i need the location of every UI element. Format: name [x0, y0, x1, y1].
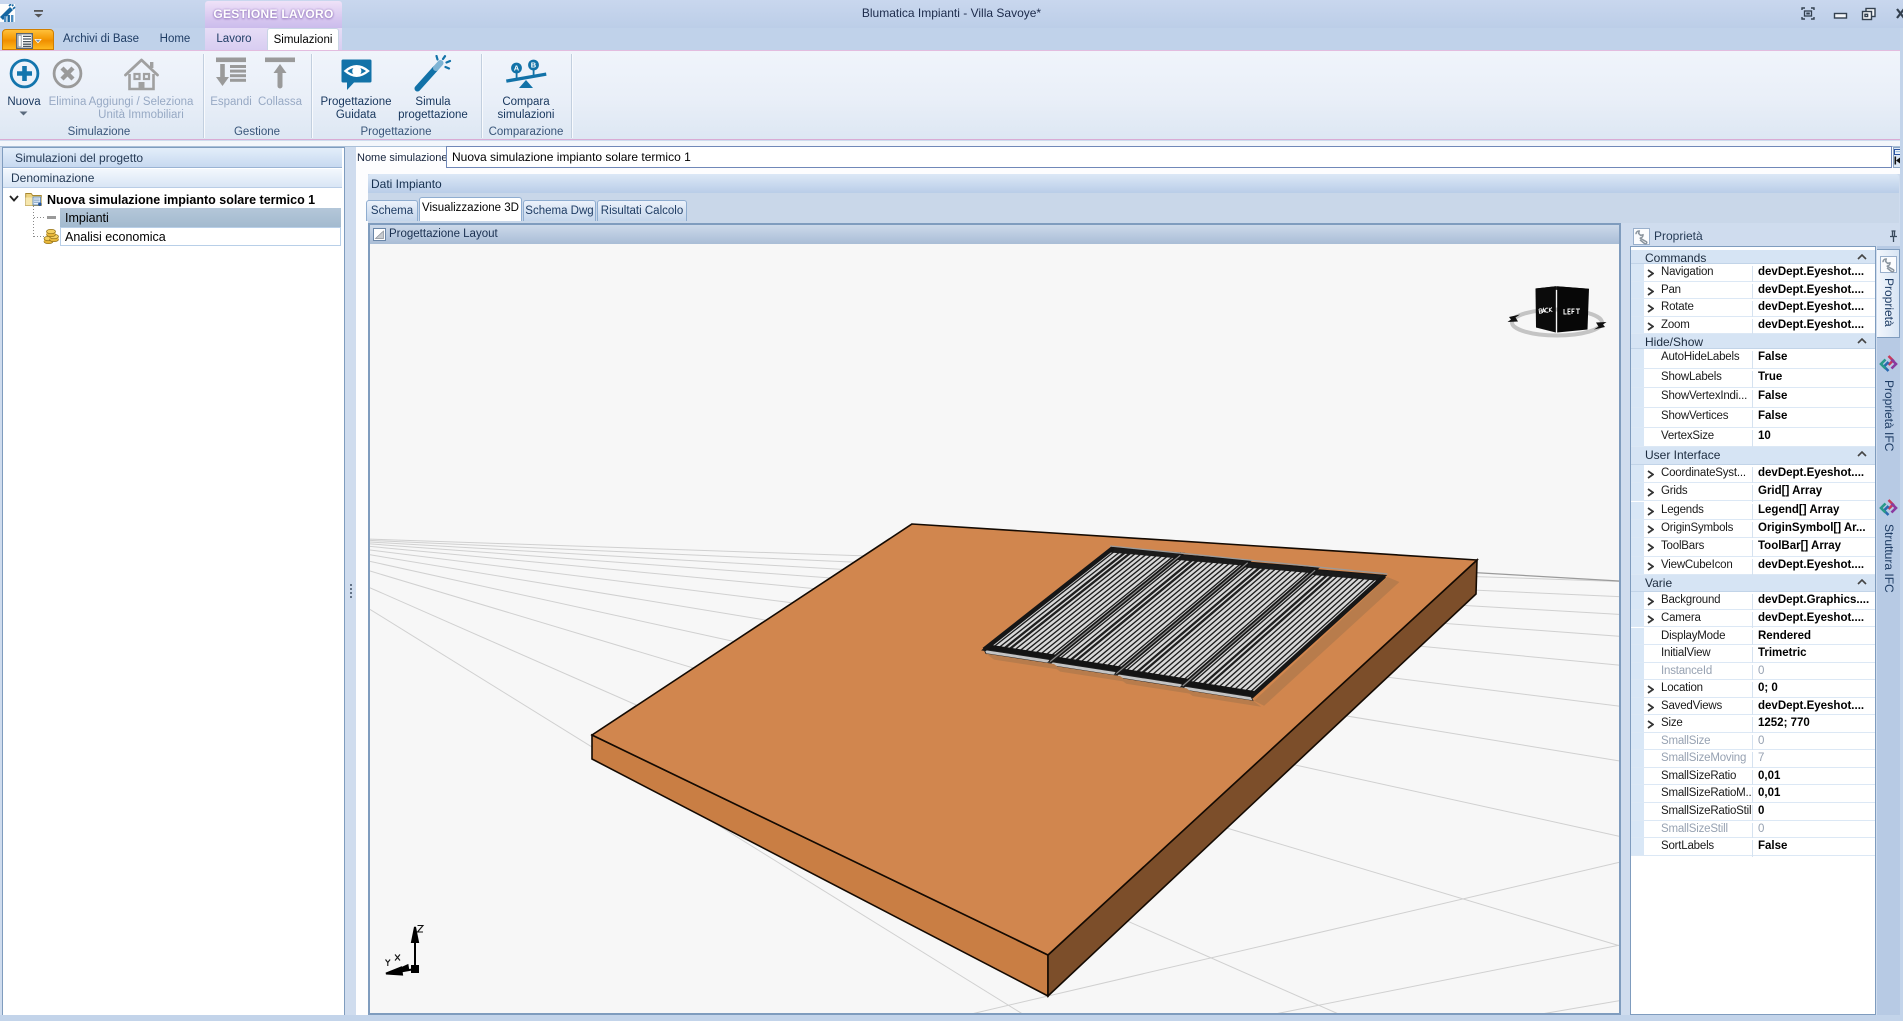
svg-text:A: A [514, 64, 520, 73]
svg-text:B: B [531, 61, 537, 70]
